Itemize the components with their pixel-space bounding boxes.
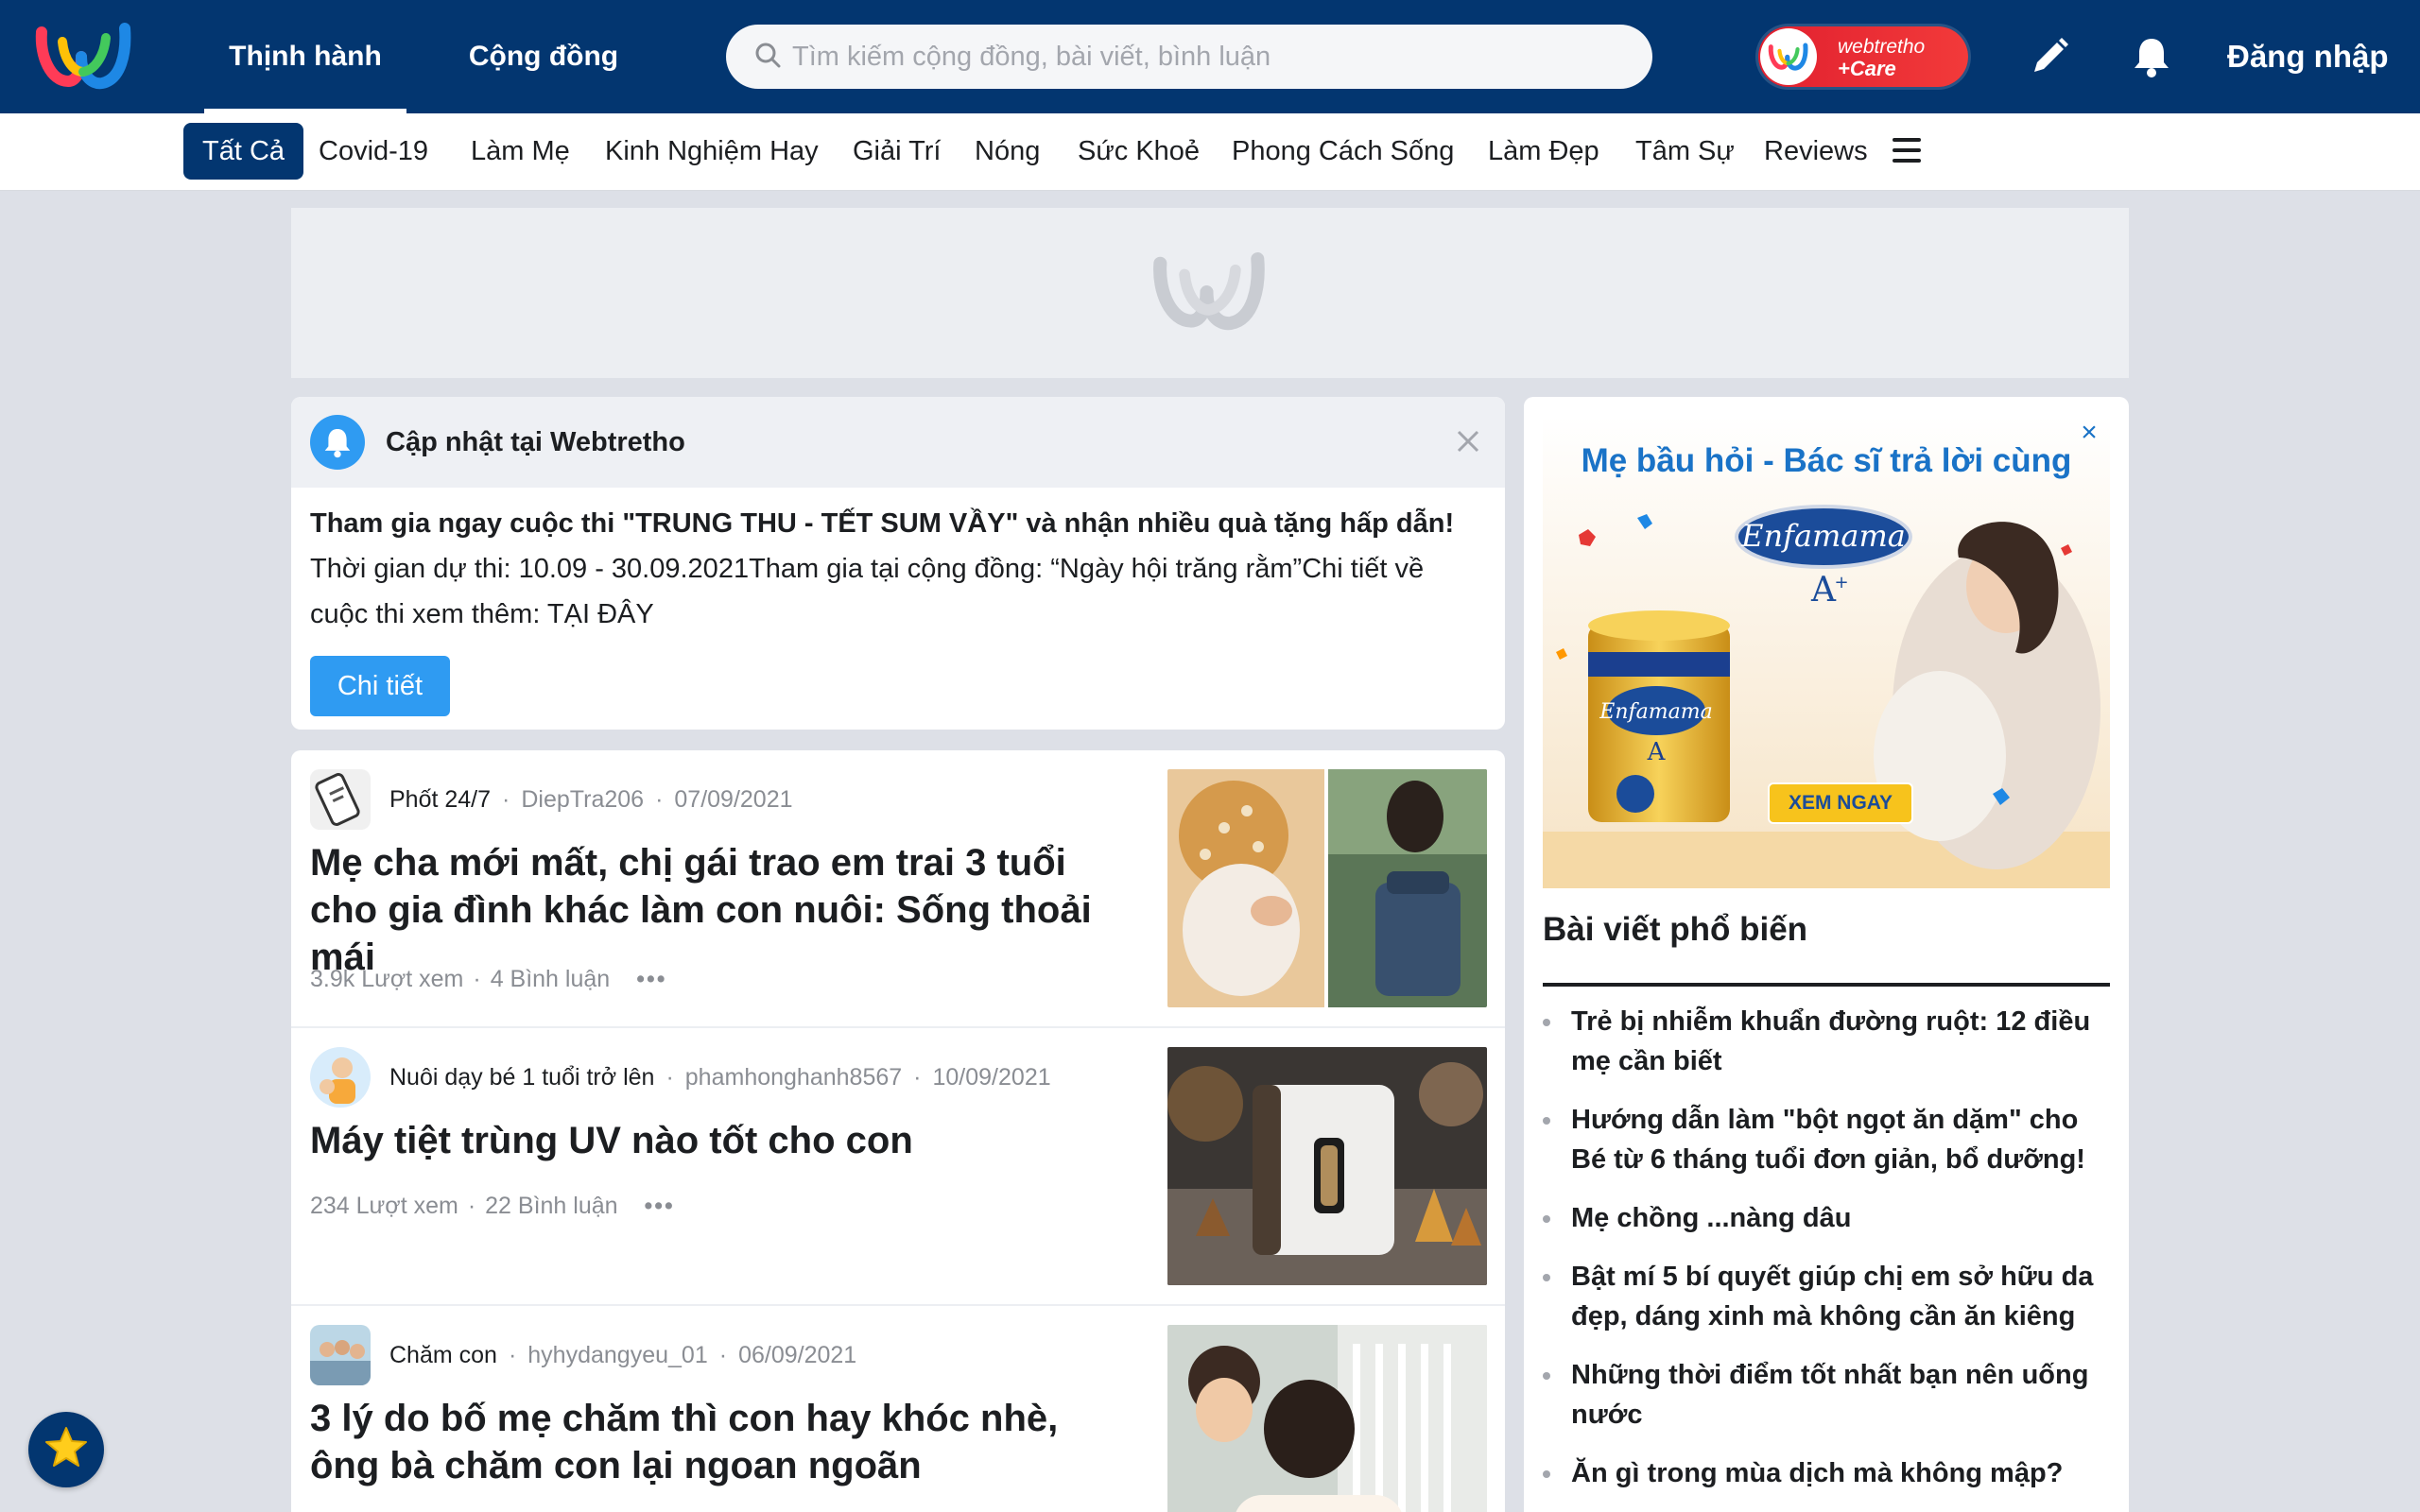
care-badge-line1: webtretho <box>1838 36 1926 58</box>
popular-post-item[interactable]: Trẻ bị nhiễm khuẩn đường ruột: 12 điều m… <box>1543 1002 2110 1081</box>
promo-title: Mẹ bầu hỏi - Bác sĩ trả lời cùng <box>1581 442 2072 479</box>
post-stats: 234 Lượt xem · 22 Bình luận ••• <box>310 1192 675 1220</box>
login-button[interactable]: Đăng nhập <box>2227 0 2389 113</box>
post-comments[interactable]: 22 Bình luận <box>485 1193 617 1220</box>
tab-trending[interactable]: Thịnh hành <box>204 0 406 113</box>
popular-posts-list: Trẻ bị nhiễm khuẩn đường ruột: 12 điều m… <box>1543 1002 2110 1512</box>
post-community[interactable]: Chăm con <box>389 1342 497 1369</box>
popular-posts-heading: Bài viết phổ biến <box>1543 911 1808 948</box>
post-thumbnail[interactable] <box>1167 1047 1487 1285</box>
hamburger-menu-icon[interactable] <box>1893 138 1925 166</box>
post-item[interactable]: Phốt 24/7 · DiepTra206 · 07/09/2021 Mẹ cha… <box>291 750 1505 1028</box>
category-reviews[interactable]: Reviews <box>1764 123 1868 180</box>
svg-text:+: + <box>1834 573 1848 593</box>
update-notice-card: Cập nhật tại Webtretho Tham gia ngay cuộ… <box>291 397 1505 730</box>
post-thumbnail[interactable] <box>1167 1325 1487 1512</box>
post-stats: 3.9k Lượt xem · 4 Bình luận ••• <box>310 965 667 993</box>
enfamama-promo-ad[interactable]: Enfamama A Enfamama A + Mẹ bầu hỏi - Bác… <box>1543 416 2110 888</box>
webtretho-watermark-icon <box>1151 248 1269 339</box>
notification-bell-icon <box>310 415 365 470</box>
care-badge-line2: +Care <box>1838 57 1896 80</box>
promo-cta-button[interactable]: XEM NGAY <box>1768 782 1913 824</box>
svg-text:Enfamama: Enfamama <box>1599 700 1712 724</box>
category-phong-cach-song[interactable]: Phong Cách Sống <box>1232 123 1454 180</box>
category-lam-me[interactable]: Làm Mẹ <box>471 123 570 180</box>
category-giai-tri[interactable]: Giải Trí <box>853 123 941 180</box>
category-kinh-nghiem-hay[interactable]: Kinh Nghiệm Hay <box>605 123 819 180</box>
care-logo-icon <box>1760 28 1817 85</box>
post-thumbnail[interactable] <box>1167 769 1487 1007</box>
popular-post-item[interactable]: Mẹ chồng ...nàng dâu <box>1543 1198 2110 1238</box>
tab-community[interactable]: Cộng đồng <box>454 0 633 113</box>
popular-post-item[interactable]: Những thời điểm tốt nhất bạn nên uống nư… <box>1543 1355 2110 1435</box>
ad-banner-placeholder <box>291 208 2129 378</box>
star-icon <box>43 1425 89 1475</box>
post-item[interactable]: Nuôi dạy bé 1 tuổi trở lên · phamhonghanh… <box>291 1028 1505 1306</box>
category-suc-khoe[interactable]: Sức Khoẻ <box>1078 123 1200 180</box>
top-navbar: Thịnh hành Cộng đồng webtretho +Care Đăn… <box>0 0 2420 113</box>
post-community[interactable]: Phốt 24/7 <box>389 786 491 814</box>
star-fab-button[interactable] <box>28 1412 104 1487</box>
svg-text:Enfamama: Enfamama <box>1740 518 1906 554</box>
post-author[interactable]: DiepTra206 <box>521 786 644 814</box>
post-title[interactable]: 3 lý do bố mẹ chăm thì con hay khóc nhè,… <box>310 1395 1123 1489</box>
svg-text:A: A <box>1810 571 1837 610</box>
close-icon[interactable] <box>1446 420 1490 463</box>
category-lam-dep[interactable]: Làm Đẹp <box>1488 123 1599 180</box>
notice-headline: Tham gia ngay cuộc thi "TRUNG THU - TẾT … <box>310 508 1455 539</box>
post-meta: Phốt 24/7 · DiepTra206 · 07/09/2021 <box>389 785 793 814</box>
search-icon <box>754 42 781 73</box>
community-avatar[interactable] <box>310 1047 371 1108</box>
post-feed: Phốt 24/7 · DiepTra206 · 07/09/2021 Mẹ cha… <box>291 750 1505 1512</box>
more-options-icon[interactable]: ••• <box>636 966 666 993</box>
webtretho-care-button[interactable]: webtretho +Care <box>1758 26 1968 87</box>
notice-title: Cập nhật tại Webtretho <box>386 426 685 457</box>
ad-close-icon[interactable]: × <box>2076 419 2102 447</box>
post-community[interactable]: Nuôi dạy bé 1 tuổi trở lên <box>389 1064 654 1091</box>
divider <box>1543 983 2110 987</box>
category-bar: Tất Cả Covid-19 Làm Mẹ Kinh Nghiệm Hay G… <box>0 113 2420 191</box>
community-avatar[interactable] <box>310 1325 371 1385</box>
post-date: 10/09/2021 <box>932 1063 1051 1091</box>
detail-button[interactable]: Chi tiết <box>310 656 450 716</box>
category-all[interactable]: Tất Cả <box>183 123 304 180</box>
search-bar[interactable] <box>726 25 1652 89</box>
post-meta: Chăm con · hyhydangyeu_01 · 06/09/2021 <box>389 1341 857 1369</box>
search-input[interactable] <box>792 41 1624 73</box>
post-meta: Nuôi dạy bé 1 tuổi trở lên · phamhonghanh… <box>389 1063 1051 1091</box>
more-options-icon[interactable]: ••• <box>645 1193 675 1220</box>
post-views: 3.9k Lượt xem <box>310 965 464 992</box>
post-date: 06/09/2021 <box>738 1341 857 1368</box>
popular-post-item[interactable]: Hướng dẫn làm "bột ngọt ăn dặm" cho Bé t… <box>1543 1100 2110 1179</box>
post-title[interactable]: Máy tiệt trùng UV nào tốt cho con <box>310 1117 1123 1164</box>
post-author[interactable]: hyhydangyeu_01 <box>527 1342 707 1369</box>
post-date: 07/09/2021 <box>674 785 793 813</box>
post-author[interactable]: phamhonghanh8567 <box>685 1064 902 1091</box>
bell-icon[interactable] <box>2127 32 2176 81</box>
notice-body-text: Thời gian dự thi: 10.09 - 30.09.2021Tham… <box>310 554 1425 629</box>
popular-post-item[interactable]: Bật mí 5 bí quyết giúp chị em sở hữu da … <box>1543 1257 2110 1336</box>
category-tam-su[interactable]: Tâm Sự <box>1635 123 1735 180</box>
community-avatar[interactable] <box>310 769 371 830</box>
right-sidebar: Enfamama A Enfamama A + Mẹ bầu hỏi - Bác… <box>1524 397 2129 1512</box>
category-covid19[interactable]: Covid-19 <box>319 123 428 180</box>
notice-header: Cập nhật tại Webtretho <box>291 397 1505 488</box>
pencil-icon[interactable] <box>2025 32 2074 81</box>
svg-text:A: A <box>1647 738 1667 766</box>
post-views: 234 Lượt xem <box>310 1192 458 1219</box>
category-nong[interactable]: Nóng <box>975 123 1040 180</box>
post-comments[interactable]: 4 Bình luận <box>491 966 611 993</box>
post-item[interactable]: Chăm con · hyhydangyeu_01 · 06/09/2021 3 l… <box>291 1306 1505 1512</box>
webtretho-logo-icon[interactable] <box>34 19 134 93</box>
popular-post-item[interactable]: Ăn gì trong mùa dịch mà không mập? <box>1543 1453 2110 1493</box>
